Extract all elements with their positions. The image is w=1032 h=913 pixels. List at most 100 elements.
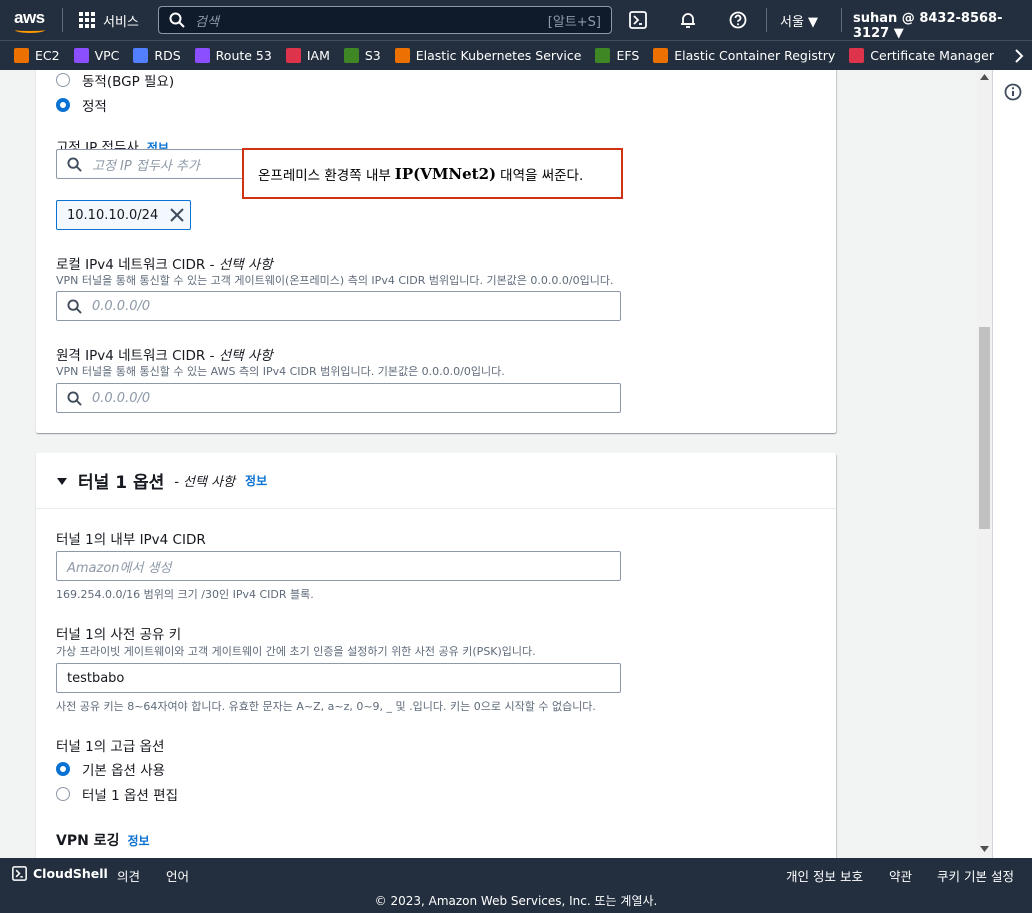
search-placeholder: 검색 xyxy=(195,14,219,30)
services-label: 서비스 xyxy=(103,14,139,30)
service-icon xyxy=(194,48,210,63)
service-icon xyxy=(849,48,865,63)
favorite-item[interactable]: IAM xyxy=(285,48,330,63)
page-scrollbar[interactable] xyxy=(977,70,992,858)
psk-label: 터널 1의 사전 공유 키 xyxy=(56,627,182,643)
services-menu-button[interactable]: 서비스 xyxy=(71,11,147,30)
help-side-panel xyxy=(992,70,1032,858)
service-icon xyxy=(343,48,359,63)
radio-edit-options[interactable]: 터널 1 옵션 편집 xyxy=(56,784,178,804)
remote-cidr-placeholder: 0.0.0.0/0 xyxy=(92,390,151,406)
inside-cidr-label: 터널 1의 내부 IPv4 CIDR xyxy=(56,532,206,548)
psk-description: 가상 프라이빗 게이트웨이와 고객 게이트웨이 간에 초기 인증을 설정하기 위… xyxy=(56,645,536,658)
radio-dynamic-routing[interactable]: 동적(BGP 필요) xyxy=(56,70,174,90)
service-icon xyxy=(133,48,149,63)
radio-default-label: 기본 옵션 사용 xyxy=(82,763,166,779)
radio-edit-label: 터널 1 옵션 편집 xyxy=(82,788,178,804)
caret-down-icon xyxy=(57,477,67,485)
remote-cidr-heading: 원격 IPv4 네트워크 CIDR - 선택 사항 xyxy=(56,344,273,364)
cloudshell-footer-button[interactable]: CloudShell xyxy=(12,866,108,881)
favorite-item[interactable]: Route 53 xyxy=(194,48,272,63)
favorite-label: IAM xyxy=(306,48,330,63)
help-button[interactable] xyxy=(726,8,750,32)
bell-icon xyxy=(681,13,695,28)
scroll-up-icon[interactable] xyxy=(980,74,989,80)
cloudshell-icon xyxy=(12,866,27,881)
nav-divider xyxy=(62,8,63,32)
main-content: 동적(BGP 필요) 정적 고정 IP 접두사 정보 고정 IP 접두사 추가 로… xyxy=(0,70,977,858)
static-ip-prefix-input[interactable]: 고정 IP 접두사 추가 xyxy=(56,149,246,179)
radio-dynamic-circle[interactable] xyxy=(56,73,70,87)
favorite-item[interactable]: EC2 xyxy=(14,48,60,63)
vpn-logging-heading: VPN 로깅 정보 xyxy=(56,830,150,850)
grid-icon xyxy=(79,12,95,28)
region-selector[interactable]: 서울 ▼ xyxy=(780,11,818,30)
inside-cidr-input[interactable]: Amazon에서 생성 xyxy=(56,551,621,581)
cloudshell-button[interactable] xyxy=(626,8,650,32)
radio-static-circle[interactable] xyxy=(56,98,70,112)
feedback-link[interactable]: 의견 xyxy=(117,866,140,885)
favorite-item[interactable]: VPC xyxy=(73,48,120,63)
local-cidr-input[interactable]: 0.0.0.0/0 xyxy=(56,291,621,321)
favorites-scroll-right-button[interactable] xyxy=(1006,41,1032,70)
tunnel1-header-bar[interactable]: 터널 1 옵션 - 선택 사항 정보 xyxy=(56,468,267,493)
aws-logo-smile xyxy=(15,27,45,33)
favorite-item[interactable]: Elastic Kubernetes Service xyxy=(394,48,582,63)
remote-cidr-label: 원격 IPv4 네트워크 CIDR - xyxy=(56,348,219,364)
local-cidr-label: 로컬 IPv4 네트워크 CIDR - xyxy=(56,257,219,273)
terms-link[interactable]: 약관 xyxy=(889,866,912,885)
vpn-logging-info-link[interactable]: 정보 xyxy=(127,834,149,848)
favorite-label: VPC xyxy=(94,48,120,63)
notifications-button[interactable] xyxy=(676,8,700,32)
local-cidr-optional: 선택 사항 xyxy=(218,257,273,273)
search-shortcut: [알트+S] xyxy=(547,14,601,30)
favorite-item[interactable]: S3 xyxy=(343,48,381,63)
aws-logo-text: aws xyxy=(14,8,45,27)
info-icon[interactable] xyxy=(1004,83,1022,101)
remote-cidr-description: VPN 터널을 통해 통신할 수 있는 AWS 측의 IPv4 CIDR 범위입… xyxy=(56,365,505,378)
cloudshell-footer-label: CloudShell xyxy=(33,866,108,881)
search-input[interactable]: 검색 [알트+S] xyxy=(158,6,612,34)
tunnel1-info-link[interactable]: 정보 xyxy=(245,472,267,489)
tunnel1-title: 터널 1 옵션 xyxy=(78,473,165,493)
favorite-label: EFS xyxy=(616,48,640,63)
service-icon xyxy=(595,48,611,63)
nav-divider xyxy=(766,8,767,32)
connection-settings-panel: 동적(BGP 필요) 정적 고정 IP 접두사 정보 고정 IP 접두사 추가 로… xyxy=(36,70,836,433)
radio-default-circle[interactable] xyxy=(56,762,70,776)
favorite-item[interactable]: RDS xyxy=(133,48,181,63)
favorite-label: Certificate Manager xyxy=(870,48,994,63)
service-icon xyxy=(653,48,669,63)
help-icon xyxy=(729,11,747,29)
favorite-label: Elastic Kubernetes Service xyxy=(415,48,582,63)
radio-static-routing[interactable]: 정적 xyxy=(56,95,107,115)
language-link[interactable]: 언어 xyxy=(166,866,189,885)
favorite-item[interactable]: EFS xyxy=(595,48,639,63)
radio-default-options[interactable]: 기본 옵션 사용 xyxy=(56,759,165,779)
nav-divider xyxy=(841,8,842,32)
favorite-label: RDS xyxy=(154,48,181,63)
advanced-options-label: 터널 1의 고급 옵션 xyxy=(56,739,165,755)
radio-edit-circle[interactable] xyxy=(56,787,70,801)
search-icon xyxy=(169,12,185,28)
scrollbar-thumb[interactable] xyxy=(979,327,990,529)
psk-input[interactable]: testbabo xyxy=(56,663,621,693)
local-cidr-placeholder: 0.0.0.0/0 xyxy=(92,298,151,314)
service-icon xyxy=(285,48,301,63)
account-menu[interactable]: suhan @ 8432-8568-3127 ▼ xyxy=(853,11,1032,41)
favorite-label: S3 xyxy=(364,48,381,63)
favorite-item[interactable]: Certificate Manager xyxy=(849,48,994,63)
aws-logo[interactable]: aws xyxy=(12,5,54,35)
annotation-emphasis: IP(VMNet2) xyxy=(394,164,497,183)
favorite-label: EC2 xyxy=(35,48,60,63)
static-ip-placeholder: 고정 IP 접두사 추가 xyxy=(92,158,200,174)
favorites-bar: EC2 VPC RDS Route 53 IAM S3 Elastic Kubernetes… xyxy=(0,40,1032,70)
favorite-label: Route 53 xyxy=(215,48,272,63)
cookie-preferences-link[interactable]: 쿠키 기본 설정 xyxy=(937,866,1014,885)
inside-cidr-placeholder: Amazon에서 생성 xyxy=(67,560,172,576)
scroll-down-icon[interactable] xyxy=(980,846,989,852)
favorite-item[interactable]: Elastic Container Registry xyxy=(653,48,835,63)
close-icon[interactable] xyxy=(170,208,184,222)
privacy-link[interactable]: 개인 정보 보호 xyxy=(786,866,863,885)
remote-cidr-input[interactable]: 0.0.0.0/0 xyxy=(56,383,621,413)
